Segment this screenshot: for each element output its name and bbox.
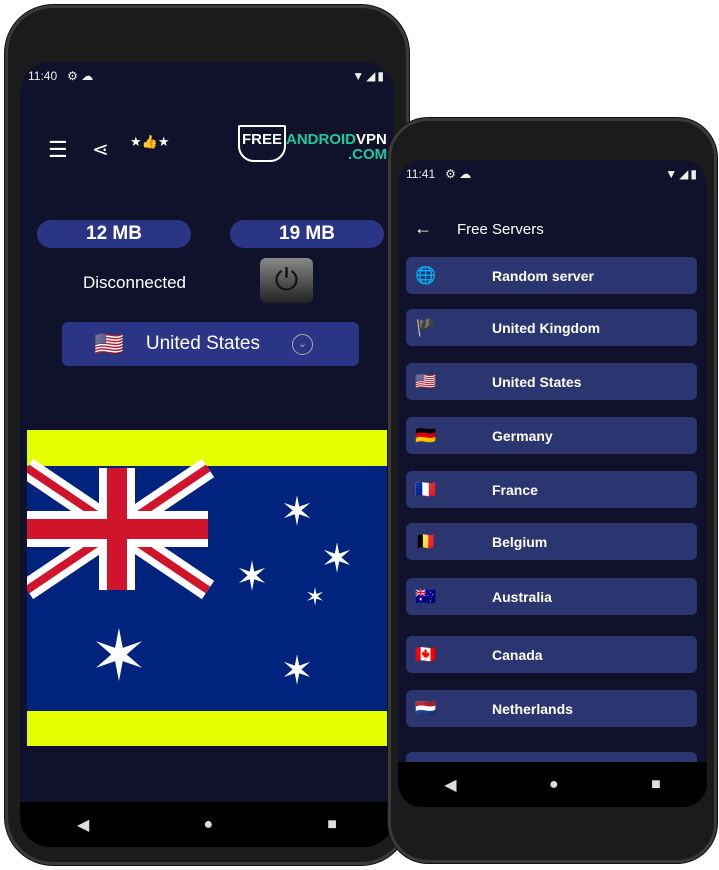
left-phone: 11:40 ⚙ ☁ ▼◢▮ ☰ ⋖ ★👍★ FREE ANDROIDVPN .COM… bbox=[5, 5, 409, 865]
time: 11:40 bbox=[28, 69, 58, 83]
time: 11:41 bbox=[406, 167, 436, 181]
server-flag-icon: 🇨🇦 bbox=[415, 644, 437, 664]
page-title: Free Servers bbox=[457, 221, 544, 238]
status-bar: 11:40 ⚙ ☁ ▼◢▮ bbox=[20, 62, 394, 90]
australia-flag-image: ✶✶✶✶ ✶✶ bbox=[27, 430, 389, 746]
back-arrow-icon[interactable]: ← bbox=[414, 218, 432, 239]
svg-text:✶: ✶ bbox=[320, 537, 354, 581]
server-name: United Kingdom bbox=[492, 319, 601, 336]
right-phone: 11:41 ⚙ ☁ ▼◢▮ ← Free Servers 🌐 Random ser… bbox=[388, 118, 717, 863]
server-item[interactable]: 🇺🇸 United States bbox=[406, 363, 697, 400]
server-flag-icon: 🏴 bbox=[415, 317, 437, 337]
server-item[interactable]: 🌐 Random server bbox=[406, 257, 697, 294]
server-item[interactable]: 🇧🇪 Belgium bbox=[406, 523, 697, 560]
connection-status: Disconnected bbox=[83, 273, 187, 292]
logo: FREE ANDROIDVPN .COM bbox=[238, 125, 387, 162]
settings-icon: ⚙ ☁ bbox=[67, 69, 94, 83]
recents-button[interactable]: ■ bbox=[327, 816, 337, 834]
nav-bar: ◀ ● ■ bbox=[20, 802, 394, 847]
status-bar: 11:41 ⚙ ☁ ▼◢▮ bbox=[398, 160, 707, 188]
country-flag: 🇺🇸 bbox=[94, 330, 124, 358]
servers-screen: 11:41 ⚙ ☁ ▼◢▮ ← Free Servers 🌐 Random ser… bbox=[398, 160, 707, 762]
server-name: Germany bbox=[492, 427, 553, 444]
server-name: Australia bbox=[492, 588, 552, 605]
server-name: Canada bbox=[492, 646, 543, 663]
server-flag-icon: 🌐 bbox=[415, 265, 437, 285]
svg-text:✶: ✶ bbox=[280, 649, 314, 693]
country-name: United States bbox=[145, 333, 260, 354]
server-name: United States bbox=[492, 373, 582, 390]
signal-battery-icons: ▼◢▮ bbox=[665, 167, 699, 181]
server-flag-icon: 🇳🇱 bbox=[415, 698, 437, 718]
svg-text:✶: ✶ bbox=[90, 617, 149, 695]
server-item[interactable]: 🇨🇦 Canada bbox=[406, 636, 697, 673]
rate-icon[interactable]: ★👍★ bbox=[130, 134, 170, 150]
home-button[interactable]: ● bbox=[203, 816, 213, 834]
svg-text:✶: ✶ bbox=[305, 584, 325, 611]
server-flag-icon: 🇧🇪 bbox=[415, 531, 437, 551]
power-button[interactable]: ⏻ bbox=[260, 258, 313, 303]
settings-icon: ⚙ ☁ bbox=[445, 167, 472, 181]
server-item[interactable]: 🇦🇺 Australia bbox=[406, 578, 697, 615]
server-name: France bbox=[492, 481, 538, 498]
server-item[interactable]: 🇩🇪 Germany bbox=[406, 417, 697, 454]
server-name: Random server bbox=[492, 267, 594, 284]
main-screen: 11:40 ⚙ ☁ ▼◢▮ ☰ ⋖ ★👍★ FREE ANDROIDVPN .COM… bbox=[20, 62, 394, 802]
back-button[interactable]: ◀ bbox=[444, 775, 456, 795]
menu-icon[interactable]: ☰ bbox=[48, 137, 68, 163]
download-usage: 12 MB bbox=[37, 220, 191, 248]
server-flag-icon: 🇦🇺 bbox=[415, 586, 437, 606]
home-button[interactable]: ● bbox=[549, 776, 559, 794]
server-item[interactable]: 🏴 United Kingdom bbox=[406, 309, 697, 346]
share-icon[interactable]: ⋖ bbox=[92, 137, 109, 162]
country-selector[interactable]: 🇺🇸 United States ⌄ bbox=[62, 322, 359, 366]
server-item-partial[interactable] bbox=[406, 752, 697, 762]
signal-battery-icons: ▼◢▮ bbox=[352, 69, 386, 83]
server-flag-icon: 🇫🇷 bbox=[415, 479, 437, 499]
server-flag-icon: 🇩🇪 bbox=[415, 425, 437, 445]
back-button[interactable]: ◀ bbox=[77, 815, 89, 835]
svg-text:✶: ✶ bbox=[280, 490, 314, 534]
server-name: Netherlands bbox=[492, 700, 573, 717]
server-name: Belgium bbox=[492, 533, 548, 550]
server-item[interactable]: 🇳🇱 Netherlands bbox=[406, 690, 697, 727]
svg-text:✶: ✶ bbox=[235, 555, 269, 599]
upload-usage: 19 MB bbox=[230, 220, 384, 248]
server-item[interactable]: 🇫🇷 France bbox=[406, 471, 697, 508]
chevron-down-icon: ⌄ bbox=[292, 333, 313, 355]
recents-button[interactable]: ■ bbox=[651, 776, 661, 794]
server-flag-icon: 🇺🇸 bbox=[415, 371, 437, 391]
nav-bar: ◀ ● ■ bbox=[398, 762, 707, 807]
